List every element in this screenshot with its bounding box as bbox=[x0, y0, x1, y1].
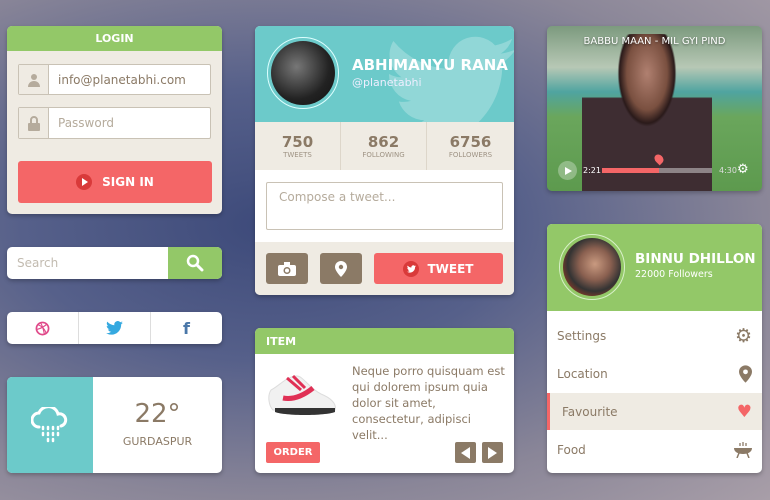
profile-followers: 22000 Followers bbox=[635, 269, 713, 280]
order-label: ORDER bbox=[273, 447, 313, 458]
login-card: LOGIN info@planetabhi.com Password SIGN … bbox=[7, 26, 222, 214]
search-icon bbox=[186, 254, 204, 272]
twitter-icon bbox=[106, 321, 123, 335]
progress-fill bbox=[602, 168, 660, 173]
avatar bbox=[559, 234, 625, 300]
progress-bar[interactable] bbox=[602, 168, 712, 173]
menu-label: Location bbox=[557, 367, 608, 381]
order-button[interactable]: ORDER bbox=[266, 442, 320, 463]
search-button[interactable] bbox=[168, 247, 222, 279]
profile-menu-card: BINNU DHILLON 22000 Followers Settings ⚙ … bbox=[547, 224, 762, 473]
twitter-handle: @planetabhi bbox=[352, 76, 422, 89]
weather-icon-panel bbox=[7, 377, 93, 473]
menu-item-food[interactable]: Food bbox=[547, 430, 762, 470]
stat-label: TWEETS bbox=[283, 151, 312, 159]
sign-in-label: SIGN IN bbox=[102, 175, 154, 189]
location-pin-icon bbox=[739, 365, 752, 383]
avatar bbox=[267, 37, 339, 109]
video-title: BABBU MAAN - MIL GYI PIND bbox=[583, 36, 726, 47]
menu-label: Favourite bbox=[562, 404, 618, 419]
arrow-right-icon bbox=[488, 446, 497, 459]
tweet-button[interactable]: TWEET bbox=[374, 253, 503, 284]
stat-value: 862 bbox=[367, 133, 400, 151]
stat-followers[interactable]: 6756 FOLLOWERS bbox=[427, 122, 514, 170]
search-bar: Search bbox=[7, 247, 222, 279]
location-pin-icon bbox=[335, 260, 347, 277]
current-time: 2:21 bbox=[583, 166, 601, 175]
menu-label: Food bbox=[557, 443, 586, 457]
search-input[interactable]: Search bbox=[7, 247, 168, 279]
menu-item-settings[interactable]: Settings ⚙ bbox=[547, 317, 762, 355]
item-card: ITEM Neque porro quisquam est qui dolore… bbox=[255, 328, 514, 473]
facebook-icon: f bbox=[183, 318, 190, 338]
twitter-name: ABHIMANYU RANA bbox=[352, 56, 508, 74]
social-bar: f bbox=[7, 312, 222, 344]
facebook-button[interactable]: f bbox=[151, 312, 222, 344]
next-button[interactable] bbox=[482, 442, 503, 463]
rain-cloud-icon bbox=[31, 407, 68, 443]
stat-tweets[interactable]: 750 TWEETS bbox=[255, 122, 341, 170]
login-header: LOGIN bbox=[7, 26, 222, 51]
login-title: LOGIN bbox=[95, 32, 134, 45]
gear-icon: ⚙ bbox=[734, 325, 752, 347]
camera-button[interactable] bbox=[266, 253, 308, 284]
video-player: BABBU MAAN - MIL GYI PIND 2:21 4:30 ⚙ bbox=[547, 26, 762, 191]
item-description: Neque porro quisquam est qui dolorem ips… bbox=[352, 364, 505, 442]
play-icon bbox=[76, 174, 93, 190]
weather-temp: 22° bbox=[134, 399, 181, 429]
weather-city: GURDASPUR bbox=[122, 435, 193, 448]
tweet-label: TWEET bbox=[427, 261, 474, 276]
stat-value: 750 bbox=[281, 133, 314, 151]
profile-name: BINNU DHILLON bbox=[635, 251, 756, 267]
dribbble-button[interactable] bbox=[7, 312, 79, 344]
camera-icon bbox=[278, 261, 296, 276]
twitter-button[interactable] bbox=[79, 312, 151, 344]
heart-icon: ♥ bbox=[736, 401, 752, 422]
twitter-icon bbox=[403, 260, 420, 277]
twitter-header: ABHIMANYU RANA @planetabhi bbox=[255, 26, 514, 122]
item-header: ITEM bbox=[255, 328, 514, 354]
password-field[interactable]: Password bbox=[18, 107, 211, 139]
compose-tweet-input[interactable]: Compose a tweet... bbox=[266, 182, 503, 230]
menu-item-favourite[interactable]: Favourite ♥ bbox=[547, 393, 762, 430]
profile-header: BINNU DHILLON 22000 Followers bbox=[547, 224, 762, 311]
item-title: ITEM bbox=[266, 334, 297, 348]
stat-label: FOLLOWERS bbox=[448, 151, 493, 159]
shoe-image bbox=[267, 370, 339, 420]
email-field[interactable]: info@planetabhi.com bbox=[18, 64, 211, 95]
stat-label: FOLLOWING bbox=[362, 151, 405, 159]
sign-in-button[interactable]: SIGN IN bbox=[18, 161, 212, 203]
play-icon bbox=[565, 166, 572, 175]
play-button[interactable] bbox=[558, 161, 577, 180]
email-value: info@planetabhi.com bbox=[58, 72, 186, 87]
twitter-profile-card: ABHIMANYU RANA @planetabhi 750 TWEETS 862… bbox=[255, 26, 514, 295]
duration: 4:30 bbox=[719, 166, 737, 175]
weather-widget: 22° GURDASPUR bbox=[7, 377, 222, 473]
settings-gear-icon[interactable]: ⚙ bbox=[737, 162, 749, 177]
twitter-stats: 750 TWEETS 862 FOLLOWING 6756 FOLLOWERS bbox=[255, 122, 514, 170]
location-button[interactable] bbox=[320, 253, 362, 284]
compose-placeholder: Compose a tweet... bbox=[279, 190, 396, 204]
menu-label: Settings bbox=[557, 329, 607, 343]
stat-value: 6756 bbox=[449, 133, 492, 151]
user-icon bbox=[19, 65, 49, 94]
lock-icon bbox=[19, 108, 49, 138]
password-placeholder: Password bbox=[58, 116, 115, 130]
dribbble-icon bbox=[35, 321, 50, 335]
food-bowl-icon bbox=[734, 442, 752, 458]
stat-following[interactable]: 862 FOLLOWING bbox=[341, 122, 427, 170]
twitter-actions: TWEET bbox=[255, 242, 514, 295]
prev-button[interactable] bbox=[455, 442, 476, 463]
arrow-left-icon bbox=[461, 446, 470, 459]
menu-item-location[interactable]: Location bbox=[547, 355, 762, 393]
